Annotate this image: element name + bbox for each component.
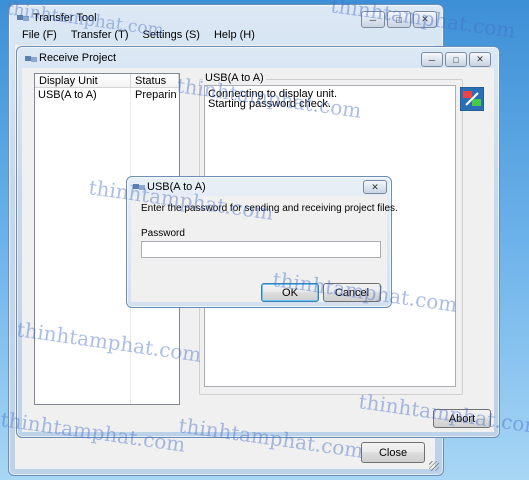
password-dialog: USB(A to A) ✕ Enter the password for sen… xyxy=(126,176,398,308)
menu-file[interactable]: File (F) xyxy=(15,27,64,43)
receive-minimize-button[interactable]: ─ xyxy=(421,52,443,67)
maximize-icon: □ xyxy=(396,14,402,25)
transfer-status-icon xyxy=(460,87,484,111)
password-input[interactable] xyxy=(141,241,381,258)
close-icon: ✕ xyxy=(476,54,484,64)
row-status: Preparin... xyxy=(135,89,177,101)
log-group-title: USB(A to A) xyxy=(203,72,266,84)
row-unit: USB(A to A) xyxy=(38,89,97,101)
close-window-button[interactable]: ✕ xyxy=(413,11,437,28)
receive-project-app-icon xyxy=(25,56,37,62)
dialog-title: USB(A to A) xyxy=(147,181,206,193)
dialog-close-button[interactable]: ✕ xyxy=(363,180,387,194)
resize-grip-icon[interactable] xyxy=(429,461,439,471)
receive-window-title: Receive Project xyxy=(39,52,117,64)
menu-settings[interactable]: Settings (S) xyxy=(135,27,206,43)
maximize-button[interactable]: □ xyxy=(387,11,411,28)
column-header-status[interactable]: Status xyxy=(131,74,179,88)
minimize-icon: ─ xyxy=(369,14,377,25)
abort-button[interactable]: Abort xyxy=(433,409,491,428)
menu-help[interactable]: Help (H) xyxy=(207,27,262,43)
menu-bar: File (F) Transfer (T) Settings (S) Help … xyxy=(15,27,262,43)
dialog-message: Enter the password for sending and recei… xyxy=(141,203,398,214)
main-close-button[interactable]: Close xyxy=(361,442,425,463)
maximize-icon: □ xyxy=(453,54,459,65)
log-line: Starting password check. xyxy=(208,98,331,110)
ok-button[interactable]: OK xyxy=(261,283,319,302)
password-label: Password xyxy=(141,228,185,239)
receive-close-button[interactable]: ✕ xyxy=(469,52,491,67)
table-row[interactable]: USB(A to A) Preparin... xyxy=(35,89,179,102)
close-icon: ✕ xyxy=(421,14,429,24)
menu-transfer[interactable]: Transfer (T) xyxy=(64,27,136,43)
close-icon: ✕ xyxy=(371,181,379,192)
transfer-tool-app-icon xyxy=(17,15,29,21)
receive-maximize-button[interactable]: □ xyxy=(445,52,467,67)
minimize-icon: ─ xyxy=(428,54,436,65)
column-header-display-unit[interactable]: Display Unit xyxy=(35,74,131,88)
dialog-app-icon xyxy=(133,184,145,190)
window-title: Transfer Tool xyxy=(33,12,97,24)
cancel-button[interactable]: Cancel xyxy=(323,283,381,302)
minimize-button[interactable]: ─ xyxy=(361,11,385,28)
